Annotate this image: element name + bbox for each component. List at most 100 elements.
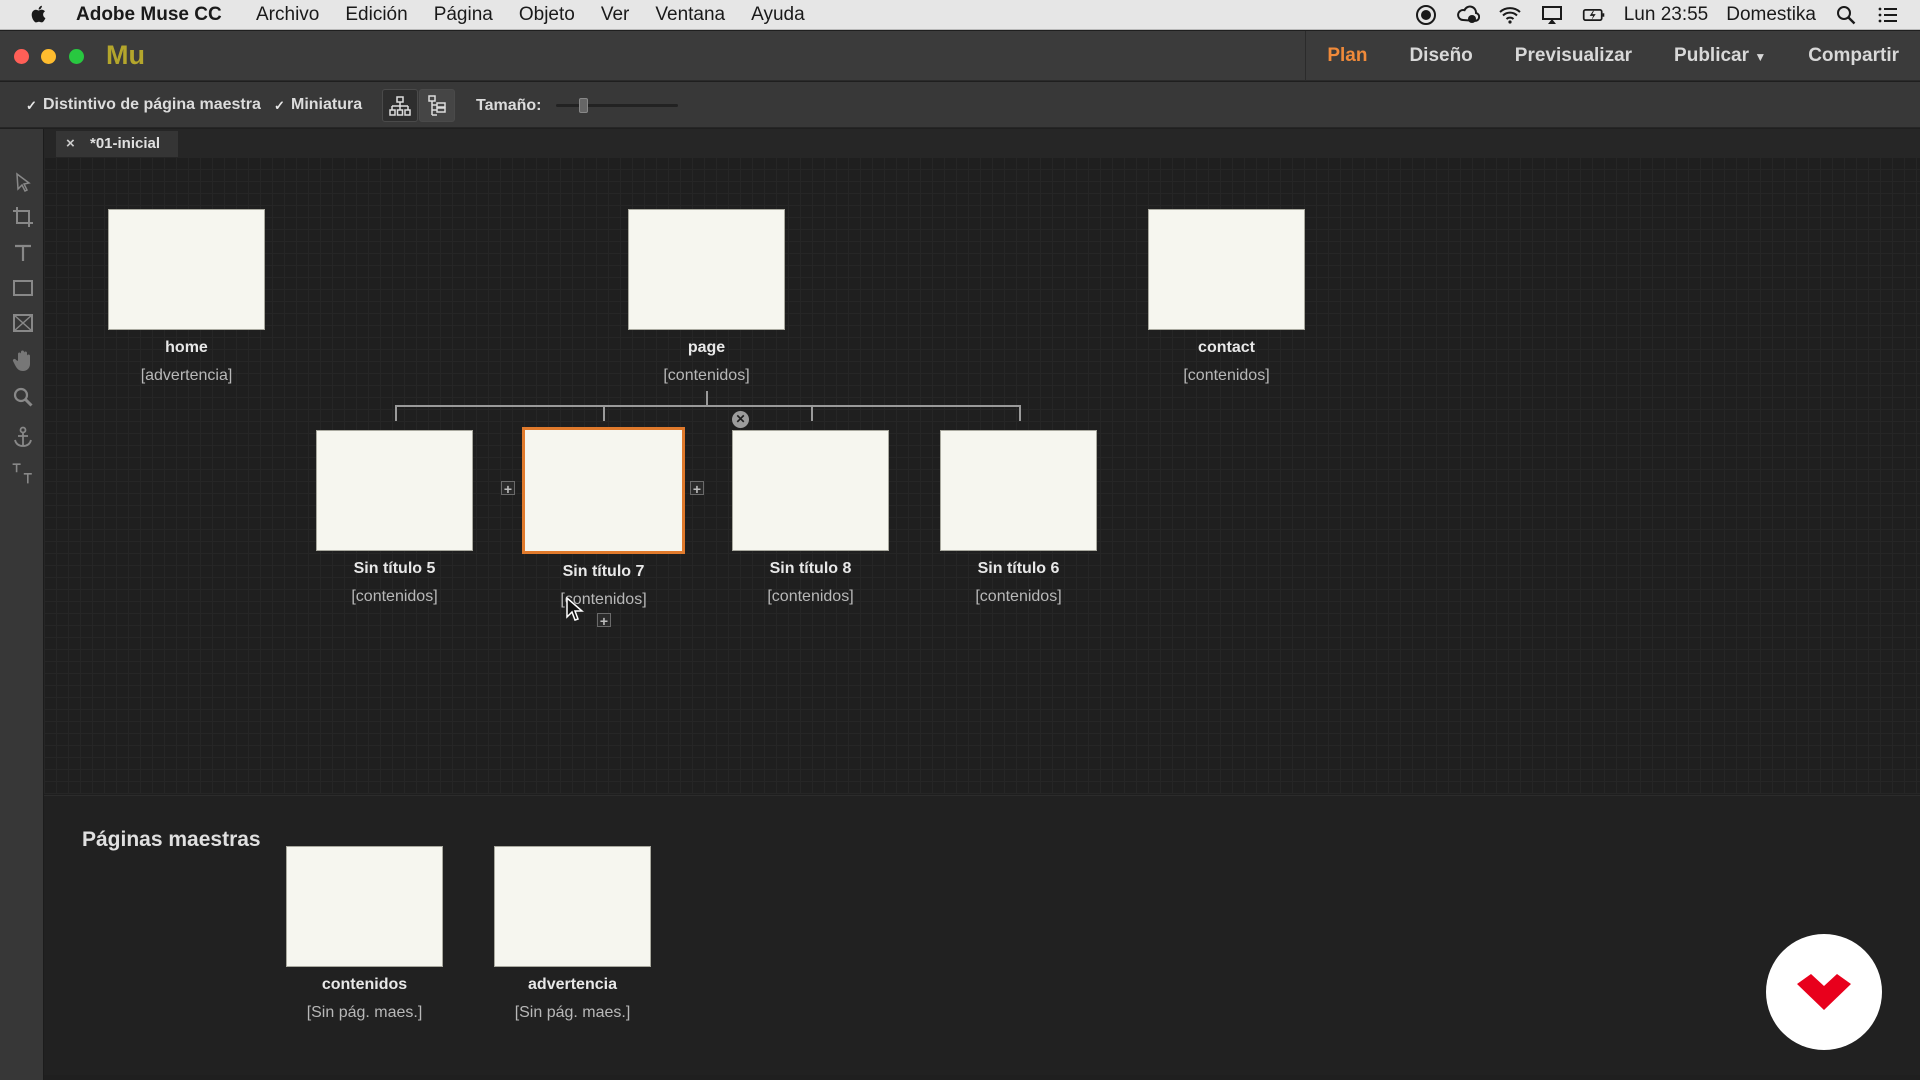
page-card-page[interactable]: page [contenidos] — [628, 209, 785, 385]
horizontal-layout-button[interactable] — [382, 89, 418, 122]
menu-ver[interactable]: Ver — [601, 4, 630, 26]
minimize-window-button[interactable] — [41, 49, 56, 64]
selection-tool-icon[interactable] — [11, 171, 35, 195]
master-card-contenidos[interactable]: contenidos [Sin pág. maes.] — [286, 846, 443, 1022]
master-card-advertencia[interactable]: advertencia [Sin pág. maes.] — [494, 846, 651, 1022]
master-name[interactable]: contenidos — [286, 976, 443, 994]
checkmark-icon: ✓ — [26, 97, 37, 113]
page-card-home[interactable]: home [advertencia] — [108, 209, 265, 385]
page-master-label[interactable]: [contenidos] — [732, 588, 889, 606]
anchor-tool-icon[interactable] — [11, 425, 35, 449]
text-flow-tool-icon[interactable] — [8, 461, 38, 485]
page-thumbnail[interactable] — [732, 430, 889, 551]
mode-preview[interactable]: Previsualizar — [1494, 31, 1653, 81]
connector-line — [811, 405, 813, 421]
apple-icon[interactable] — [28, 3, 50, 25]
page-master-label[interactable]: [contenidos] — [940, 588, 1097, 606]
publish-label: Publicar — [1674, 45, 1750, 66]
master-thumbnail[interactable] — [494, 846, 651, 967]
mode-share[interactable]: Compartir — [1787, 31, 1920, 81]
sitemap-canvas[interactable]: home [advertencia] page [contenidos] con… — [44, 157, 1920, 794]
menu-pagina[interactable]: Página — [434, 4, 493, 26]
master-parent-label[interactable]: [Sin pág. maes.] — [494, 1004, 651, 1022]
page-thumbnail-selected[interactable] — [522, 427, 685, 554]
battery-icon[interactable] — [1582, 3, 1606, 27]
menu-ayuda[interactable]: Ayuda — [751, 4, 805, 26]
zoom-window-button[interactable] — [69, 49, 84, 64]
page-card-sin-titulo-7[interactable]: Sin título 7 [contenidos] — [522, 427, 685, 609]
rectangle-tool-icon[interactable] — [11, 276, 35, 300]
spotlight-search-icon[interactable] — [1834, 3, 1858, 27]
page-master-label[interactable]: [advertencia] — [108, 367, 265, 385]
mouse-pointer-icon — [566, 597, 585, 621]
page-name[interactable]: home — [108, 339, 265, 357]
status-area: Lun 23:55 Domestika — [1414, 3, 1900, 27]
menu-edicion[interactable]: Edición — [345, 4, 407, 26]
page-name[interactable]: Sin título 6 — [940, 560, 1097, 578]
connector-line — [1019, 405, 1021, 421]
master-thumbnail[interactable] — [286, 846, 443, 967]
muse-logo: Mu — [106, 40, 145, 70]
page-thumbnail[interactable] — [940, 430, 1097, 551]
page-name[interactable]: contact — [1148, 339, 1305, 357]
page-master-label[interactable]: [contenidos] — [1148, 367, 1305, 385]
page-card-sin-titulo-8[interactable]: Sin título 8 [contenidos] — [732, 430, 889, 606]
slider-knob[interactable] — [579, 98, 588, 113]
add-sibling-page-right-button[interactable]: + — [690, 481, 704, 496]
creative-cloud-icon[interactable] — [1456, 3, 1480, 27]
master-name[interactable]: advertencia — [494, 976, 651, 994]
sitemap-vertical-icon — [428, 94, 446, 116]
master-badge-label: Distintivo de página maestra — [43, 96, 261, 113]
mode-design[interactable]: Diseño — [1388, 31, 1493, 81]
thumbnail-size-slider[interactable] — [556, 98, 678, 113]
page-thumbnail[interactable] — [1148, 209, 1305, 330]
menu-ventana[interactable]: Ventana — [655, 4, 725, 26]
app-name-menu[interactable]: Adobe Muse CC — [76, 4, 222, 26]
domestika-logo-badge — [1766, 934, 1882, 1050]
add-sibling-page-left-button[interactable]: + — [501, 481, 515, 496]
text-tool-icon[interactable] — [11, 241, 35, 265]
master-parent-label[interactable]: [Sin pág. maes.] — [286, 1004, 443, 1022]
vertical-layout-button[interactable] — [419, 89, 455, 122]
thumbnail-checkbox[interactable]: ✓ Miniatura — [274, 96, 362, 114]
sitemap-horizontal-icon — [389, 95, 411, 116]
mode-switcher: Plan Diseño Previsualizar Publicar ▼ Com… — [1305, 31, 1920, 81]
zoom-tool-icon[interactable] — [11, 385, 35, 409]
wifi-icon[interactable] — [1498, 3, 1522, 27]
delete-page-button[interactable]: ✕ — [732, 411, 749, 428]
document-tab-title: *01-inicial — [90, 135, 161, 152]
clock[interactable]: Lun 23:55 — [1624, 4, 1709, 26]
notification-center-icon[interactable] — [1876, 3, 1900, 27]
page-name[interactable]: page — [628, 339, 785, 357]
tools-panel — [0, 129, 44, 1080]
page-master-label[interactable]: [contenidos] — [316, 588, 473, 606]
page-card-contact[interactable]: contact [contenidos] — [1148, 209, 1305, 385]
master-badge-checkbox[interactable]: ✓ Distintivo de página maestra — [26, 96, 261, 114]
menu-archivo[interactable]: Archivo — [256, 4, 319, 26]
close-tab-icon[interactable]: × — [66, 131, 75, 157]
document-tab[interactable]: × *01-inicial — [56, 131, 178, 157]
image-frame-tool-icon[interactable] — [11, 311, 35, 335]
page-card-sin-titulo-5[interactable]: Sin título 5 [contenidos] — [316, 430, 473, 606]
page-card-sin-titulo-6[interactable]: Sin título 6 [contenidos] — [940, 430, 1097, 606]
hand-tool-icon[interactable] — [11, 349, 35, 373]
page-thumbnail[interactable] — [316, 430, 473, 551]
mode-publish[interactable]: Publicar ▼ — [1653, 31, 1787, 81]
page-name[interactable]: Sin título 5 — [316, 560, 473, 578]
page-master-label[interactable]: [contenidos] — [522, 591, 685, 609]
connector-line — [706, 391, 708, 406]
close-window-button[interactable] — [14, 49, 29, 64]
page-master-label[interactable]: [contenidos] — [628, 367, 785, 385]
menu-objeto[interactable]: Objeto — [519, 4, 575, 26]
record-icon[interactable] — [1414, 3, 1438, 27]
page-name[interactable]: Sin título 7 — [522, 563, 685, 581]
add-child-page-button[interactable]: + — [597, 613, 611, 628]
crop-tool-icon[interactable] — [11, 205, 35, 229]
user-name[interactable]: Domestika — [1726, 4, 1816, 26]
page-thumbnail[interactable] — [108, 209, 265, 330]
page-thumbnail[interactable] — [628, 209, 785, 330]
page-name[interactable]: Sin título 8 — [732, 560, 889, 578]
mode-plan[interactable]: Plan — [1305, 31, 1388, 81]
domestika-logo-icon — [1797, 974, 1851, 1010]
airplay-icon[interactable] — [1540, 3, 1564, 27]
